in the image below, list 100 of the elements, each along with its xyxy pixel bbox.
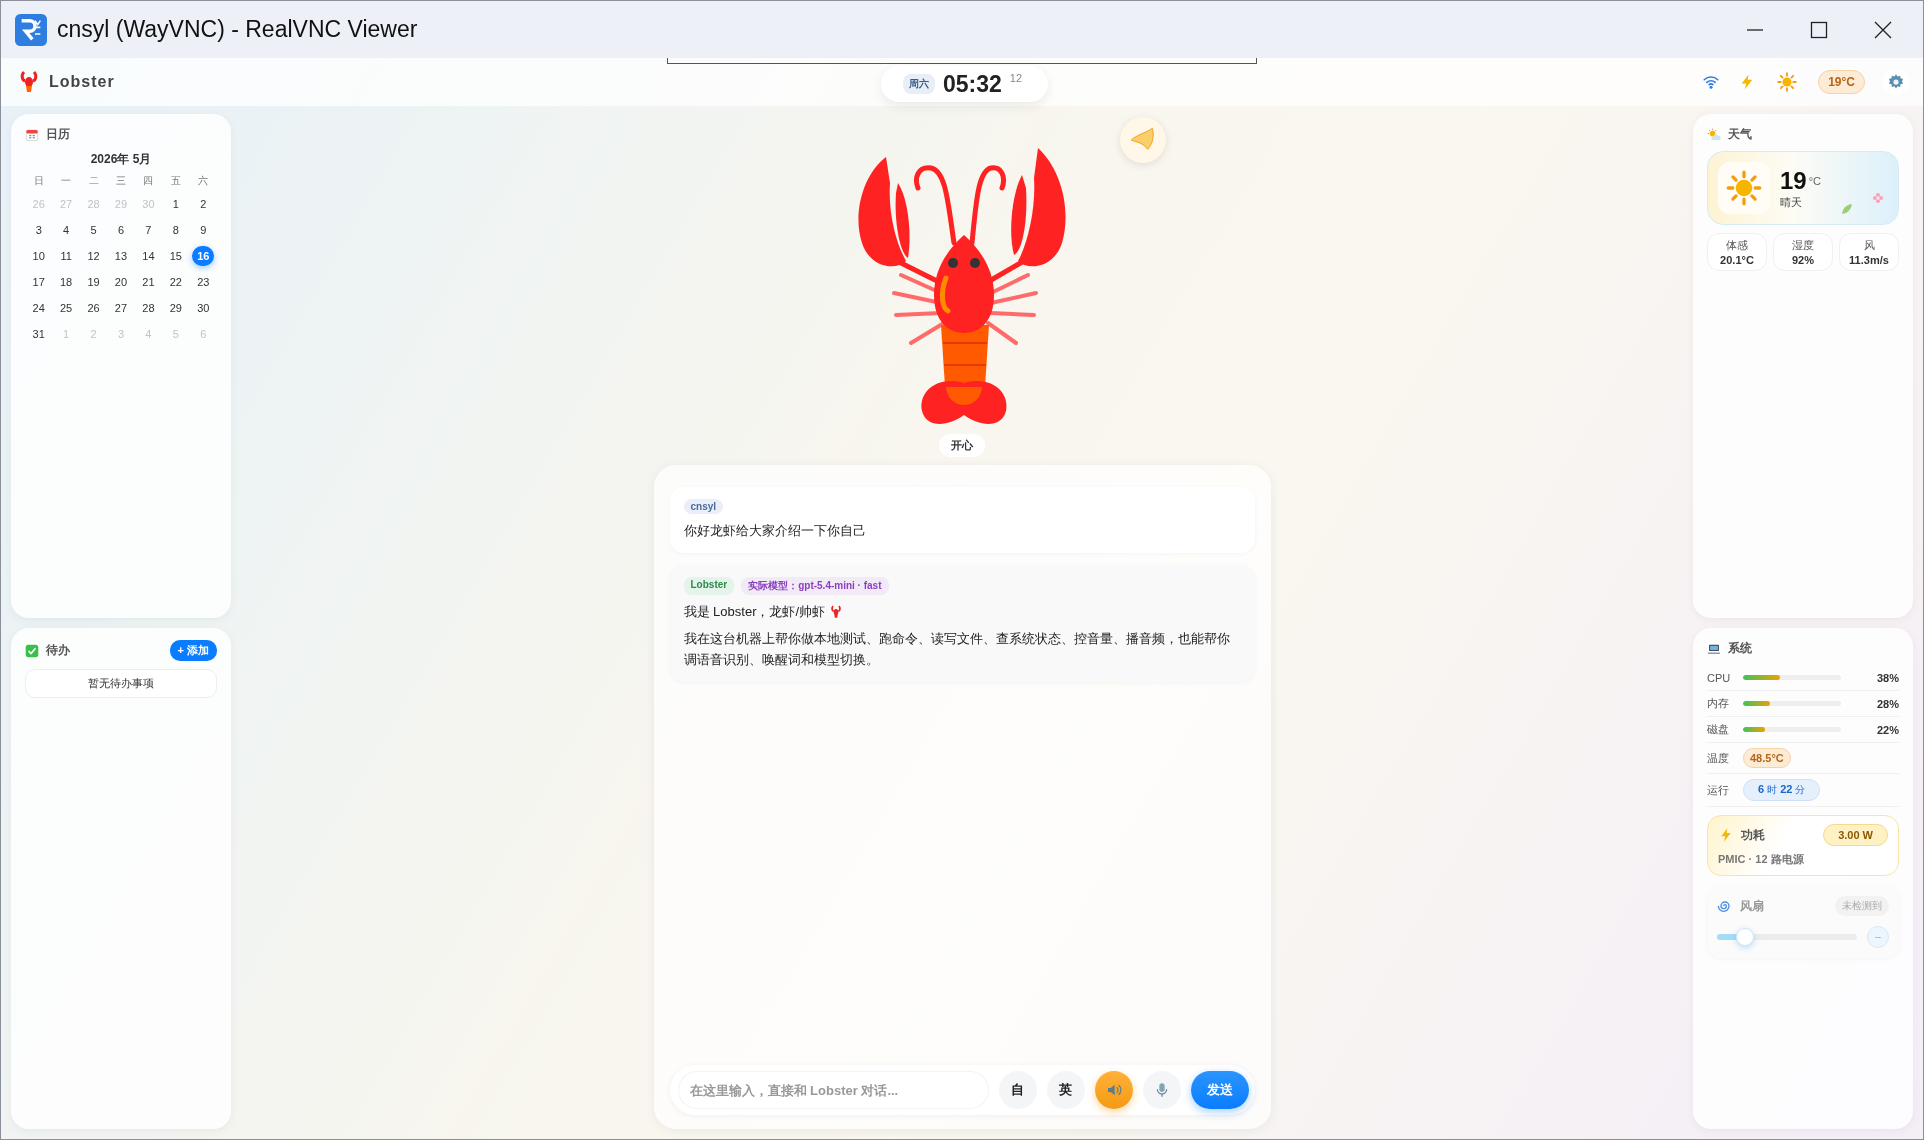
temperature-unit: °C bbox=[1808, 174, 1822, 187]
calendar-day[interactable]: 5 bbox=[82, 220, 105, 240]
calendar-day[interactable]: 24 bbox=[27, 298, 50, 318]
clock-time: 05:32 bbox=[943, 70, 1002, 98]
maximize-icon[interactable] bbox=[1809, 19, 1829, 40]
stat-label: 风 bbox=[1863, 238, 1875, 253]
sun-cloud-icon bbox=[1707, 127, 1721, 142]
weather-condition: 晴天 bbox=[1780, 194, 1803, 210]
settings-icon bbox=[1887, 73, 1905, 91]
calendar-day[interactable]: 13 bbox=[110, 246, 132, 266]
calendar-day[interactable]: 8 bbox=[164, 220, 187, 240]
calendar-day[interactable]: 14 bbox=[137, 246, 160, 266]
calendar-day[interactable]: 15 bbox=[164, 246, 187, 266]
fan-status: 未检测到 bbox=[1835, 896, 1889, 916]
calendar-day[interactable]: 26 bbox=[82, 298, 105, 318]
speaker-icon bbox=[1105, 1082, 1122, 1098]
sun-icon bbox=[1777, 72, 1798, 92]
stat-value: 11.3m/s bbox=[1849, 254, 1889, 266]
calendar-day[interactable]: 12 bbox=[82, 246, 105, 266]
language-toggle[interactable]: 英 bbox=[1046, 1071, 1085, 1109]
metric-value: 38% bbox=[1876, 671, 1899, 684]
calendar-day[interactable]: 22 bbox=[164, 272, 187, 292]
calendar-day[interactable]: 20 bbox=[110, 272, 132, 292]
metric-label: 运行 bbox=[1707, 782, 1730, 798]
uptime-minutes: 22 bbox=[1780, 783, 1793, 795]
send-button[interactable]: 发送 bbox=[1190, 1071, 1249, 1109]
uptime-hours: 6 bbox=[1758, 783, 1765, 795]
calendar-day[interactable]: 28 bbox=[137, 298, 160, 318]
checkmark-icon bbox=[25, 643, 39, 658]
clock-seconds: 12 bbox=[1009, 72, 1023, 84]
calendar-day[interactable]: 4 bbox=[55, 220, 78, 240]
calendar-day[interactable]: 16 bbox=[192, 246, 215, 266]
calendar-day[interactable]: 18 bbox=[55, 272, 78, 292]
input-field[interactable]: 在这里输入，直接和 Lobster 对话... bbox=[677, 1071, 989, 1109]
lobster-icon bbox=[19, 70, 39, 94]
temperature-value: 19 bbox=[1780, 166, 1807, 195]
calendar-day[interactable]: 30 bbox=[192, 298, 215, 318]
weekday-label: 四 bbox=[143, 174, 154, 188]
power-detail: PMIC · 12 路电源 bbox=[1718, 852, 1805, 867]
spiral-icon bbox=[1717, 898, 1733, 914]
fan-reading: -- bbox=[1867, 926, 1889, 948]
calendar-day[interactable]: 3 bbox=[27, 220, 50, 240]
calendar-day[interactable]: 10 bbox=[27, 246, 50, 266]
message-text: 你好龙虾给大家介绍一下你自己 bbox=[683, 522, 867, 540]
metric-value: 28% bbox=[1876, 697, 1899, 710]
weekday-label: 五 bbox=[170, 174, 181, 188]
uptime-unit: 分 bbox=[1795, 783, 1806, 797]
calendar-day[interactable]: 27 bbox=[110, 298, 132, 318]
wifi-icon[interactable] bbox=[1702, 73, 1721, 91]
microphone-button[interactable] bbox=[1142, 1071, 1181, 1109]
calendar-icon bbox=[25, 127, 39, 142]
stat-value: 20.1°C bbox=[1720, 254, 1754, 266]
power-value: 3.00 W bbox=[1823, 824, 1888, 846]
stat-label: 湿度 bbox=[1792, 238, 1814, 253]
mood-label: 开心 bbox=[939, 434, 985, 457]
stat-value: 92% bbox=[1792, 254, 1814, 266]
metric-label: 温度 bbox=[1707, 750, 1730, 766]
weekday-label: 六 bbox=[198, 174, 209, 188]
sender-tag: cnsyl bbox=[683, 499, 724, 514]
calendar-day[interactable]: 1 bbox=[164, 194, 187, 214]
message-text: 我是 Lobster，龙虾/帅虾 bbox=[683, 603, 826, 621]
calendar-day[interactable]: 17 bbox=[27, 272, 50, 292]
calendar-day[interactable]: 25 bbox=[55, 298, 78, 318]
metric-label: CPU bbox=[1707, 671, 1731, 684]
language-toggle[interactable]: 自 bbox=[998, 1071, 1037, 1109]
app-logo-icon bbox=[15, 13, 47, 46]
card-title: 系统 bbox=[1728, 640, 1752, 657]
close-icon[interactable] bbox=[1873, 19, 1893, 40]
calendar-day[interactable]: 9 bbox=[192, 220, 215, 240]
card-title: 待办 bbox=[46, 642, 70, 659]
calendar-day[interactable]: 31 bbox=[27, 324, 50, 344]
add-button[interactable]: + 添加 bbox=[169, 640, 217, 661]
empty-message: 暂无待办事项 bbox=[25, 669, 217, 698]
calendar-day[interactable]: 11 bbox=[55, 246, 78, 266]
uptime-unit: 时 bbox=[1767, 783, 1778, 797]
weekday-label: 一 bbox=[61, 174, 72, 188]
calendar-day[interactable]: 19 bbox=[82, 272, 105, 292]
calendar-day[interactable]: 6 bbox=[110, 220, 132, 240]
panel-title: 功耗 bbox=[1741, 826, 1765, 844]
calendar-day[interactable]: 2 bbox=[192, 194, 215, 214]
temperature-badge: 19°C bbox=[1818, 70, 1865, 94]
temperature-badge: 48.5°C bbox=[1743, 748, 1791, 768]
model-tag: 实际模型：gpt-5.4-mini · fast bbox=[741, 577, 889, 595]
flower-icon bbox=[1872, 192, 1884, 204]
speaker-button[interactable] bbox=[1094, 1071, 1133, 1109]
stat-label: 体感 bbox=[1726, 238, 1748, 253]
weekday-label: 二 bbox=[88, 174, 99, 188]
calendar-day[interactable]: 7 bbox=[137, 220, 160, 240]
weekday-badge: 周六 bbox=[903, 74, 935, 94]
window-title: cnsyl (WayVNC) - RealVNC Viewer bbox=[57, 16, 418, 43]
calendar-day[interactable]: 29 bbox=[164, 298, 187, 318]
metric-label: 磁盘 bbox=[1707, 722, 1730, 737]
calendar-day[interactable]: 23 bbox=[192, 272, 215, 292]
metric-label: 内存 bbox=[1707, 696, 1730, 711]
sun-icon bbox=[1726, 170, 1762, 206]
message-input[interactable]: 在这里输入，直接和 Lobster 对话... bbox=[689, 1082, 977, 1098]
leaf-icon bbox=[1840, 202, 1854, 216]
calendar-day[interactable]: 21 bbox=[137, 272, 160, 292]
lobster-icon bbox=[829, 604, 844, 619]
message-text: 我在这台机器上帮你做本地测试、跑命令、读写文件、查系统状态、控音量、播音频，也能帮你调语音识别、唤醒词和模型切换。 bbox=[683, 630, 1231, 669]
